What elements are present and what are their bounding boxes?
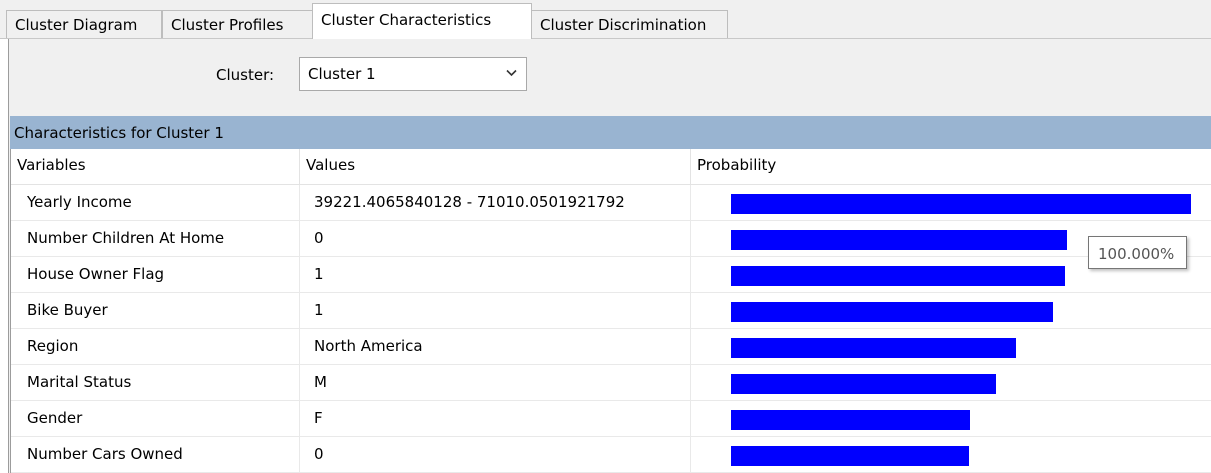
column-header-values[interactable]: Values xyxy=(300,149,691,185)
probability-tooltip: 100.000% xyxy=(1088,236,1187,269)
variable-cell: Gender xyxy=(11,401,300,437)
value-cell: North America xyxy=(300,329,691,365)
characteristics-panel: Cluster: Cluster 1 Characteristics for C… xyxy=(8,39,1211,473)
variable-cell: Marital Status xyxy=(11,365,300,401)
tab-cluster-discrimination[interactable]: Cluster Discrimination xyxy=(531,10,728,38)
cluster-label: Cluster: xyxy=(216,66,275,84)
tab-cluster-characteristics[interactable]: Cluster Characteristics xyxy=(312,3,532,39)
table-row[interactable]: Bike Buyer 1 xyxy=(11,293,1211,329)
value-cell: 39221.4065840128 - 71010.0501921792 xyxy=(300,185,691,221)
value-cell: M xyxy=(300,365,691,401)
tab-strip: Cluster Diagram Cluster Profiles Cluster… xyxy=(0,0,1211,39)
value-cell: F xyxy=(300,401,691,437)
table-row[interactable]: Yearly Income 39221.4065840128 - 71010.05… xyxy=(11,185,1211,221)
variable-cell: House Owner Flag xyxy=(11,257,300,293)
probability-bar[interactable] xyxy=(731,194,1191,214)
characteristics-header: Characteristics for Cluster 1 xyxy=(10,116,1211,149)
table-row[interactable]: Marital Status M xyxy=(11,365,1211,401)
value-cell: 0 xyxy=(300,221,691,257)
cluster-dropdown-value: Cluster 1 xyxy=(308,65,376,83)
variable-cell: Number Cars Owned xyxy=(11,437,300,473)
table-row[interactable]: House Owner Flag 1 xyxy=(11,257,1211,293)
probability-bar[interactable] xyxy=(731,374,996,394)
probability-bar[interactable] xyxy=(731,338,1016,358)
tab-cluster-profiles[interactable]: Cluster Profiles xyxy=(162,10,313,38)
variable-cell: Yearly Income xyxy=(11,185,300,221)
table-row[interactable]: Number Children At Home 0 xyxy=(11,221,1211,257)
probability-bar[interactable] xyxy=(731,230,1067,250)
column-header-probability[interactable]: Probability xyxy=(691,149,1211,185)
variable-cell: Region xyxy=(11,329,300,365)
probability-bar[interactable] xyxy=(731,302,1053,322)
probability-bar[interactable] xyxy=(731,410,970,430)
table-row[interactable]: Region North America xyxy=(11,329,1211,365)
probability-bar[interactable] xyxy=(731,446,969,466)
probability-bar[interactable] xyxy=(731,266,1065,286)
value-cell: 1 xyxy=(300,293,691,329)
tab-cluster-diagram[interactable]: Cluster Diagram xyxy=(6,10,162,38)
table-row[interactable]: Gender F xyxy=(11,401,1211,437)
chevron-down-icon xyxy=(506,69,517,77)
characteristics-grid: Variables Values Probability Yearly Inco… xyxy=(10,149,1211,473)
value-cell: 0 xyxy=(300,437,691,473)
variable-cell: Number Children At Home xyxy=(11,221,300,257)
column-header-variables[interactable]: Variables xyxy=(11,149,300,185)
cluster-viewer: Cluster Diagram Cluster Profiles Cluster… xyxy=(0,0,1211,473)
table-row[interactable]: Number Cars Owned 0 xyxy=(11,437,1211,473)
cluster-dropdown[interactable]: Cluster 1 xyxy=(299,57,527,91)
value-cell: 1 xyxy=(300,257,691,293)
variable-cell: Bike Buyer xyxy=(11,293,300,329)
